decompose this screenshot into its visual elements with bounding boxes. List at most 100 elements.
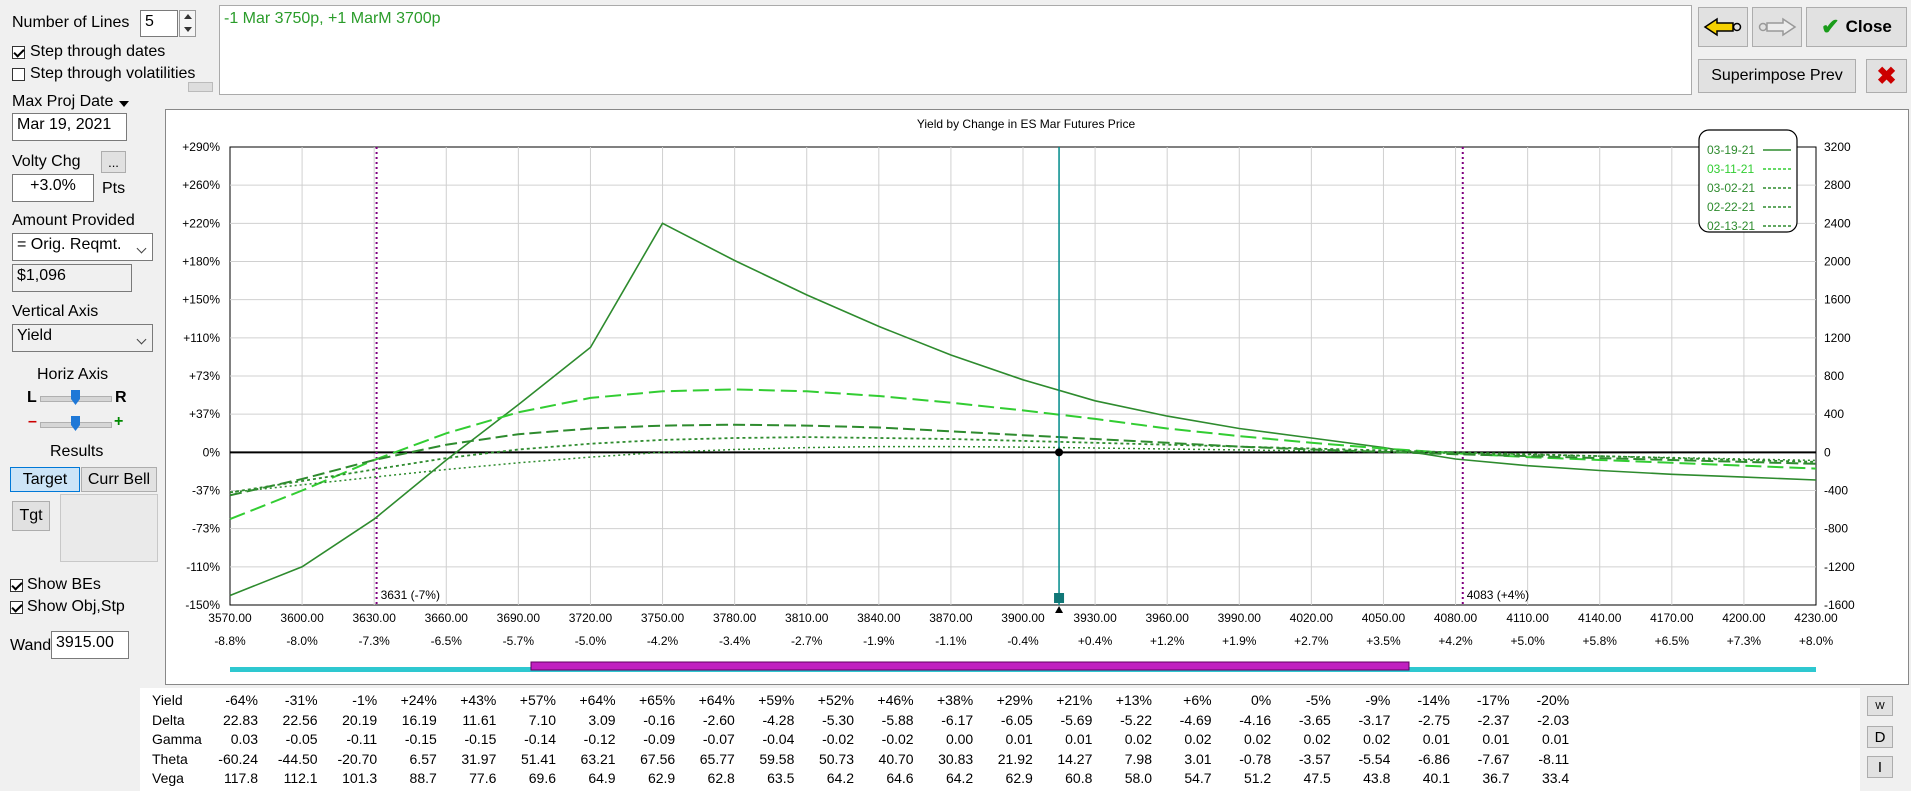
- spinner-up-icon[interactable]: [184, 14, 192, 19]
- table-cell: -2.37: [1477, 711, 1510, 728]
- x-tick-label: 3600.00: [280, 611, 324, 625]
- table-cell: +29%: [996, 692, 1033, 708]
- delete-x-icon[interactable]: ✖: [1866, 59, 1907, 93]
- spinner-down-icon[interactable]: [184, 27, 192, 32]
- max-proj-label[interactable]: Max Proj Date: [12, 93, 113, 111]
- wand-input[interactable]: 3915.00: [51, 631, 129, 659]
- x-pct-tick-label: +3.5%: [1366, 634, 1401, 648]
- num-lines-input[interactable]: 5: [140, 10, 178, 37]
- table-cell: -3.17: [1358, 711, 1391, 728]
- position-text-box[interactable]: -1 Mar 3750p, +1 MarM 3700p: [219, 5, 1692, 95]
- table-cell: 40.1: [1422, 770, 1450, 786]
- i-button[interactable]: I: [1867, 756, 1893, 778]
- step-vols-checkbox[interactable]: [12, 68, 25, 81]
- w-button[interactable]: W: [1867, 696, 1893, 716]
- table-cell: -5.30: [822, 711, 854, 728]
- superimpose-prev-button[interactable]: Superimpose Prev: [1698, 59, 1856, 93]
- x-pct-tick-label: -5.7%: [503, 634, 535, 648]
- show-obj-checkbox[interactable]: [10, 601, 23, 614]
- table-cell: 64.2: [826, 770, 854, 786]
- y-left-tick-label: -150%: [185, 598, 220, 612]
- yield-chart[interactable]: Yield by Change in ES Mar Futures Price …: [166, 110, 1908, 684]
- table-cell: -2.75: [1418, 711, 1450, 728]
- table-cell: 62.8: [707, 770, 735, 786]
- horiz-pan-thumb[interactable]: [71, 390, 80, 405]
- y-right-tick-label: -1200: [1824, 560, 1855, 574]
- table-cell: 67.56: [640, 750, 676, 767]
- volty-options-button[interactable]: ...: [101, 151, 126, 173]
- table-cell: -7.67: [1477, 750, 1510, 767]
- amount-provided-label: Amount Provided: [12, 212, 135, 229]
- table-cell: 112.1: [283, 770, 318, 786]
- wand-label: Wand: [10, 637, 52, 654]
- y-left-tick-label: +220%: [182, 216, 220, 230]
- table-cell: 0.01: [1005, 731, 1033, 747]
- x-axis-percent-ticks: -8.8% -8.0% -7.3% -6.5% -5.7% -5.0% -4.2% -3.4%…: [214, 634, 1833, 648]
- vertical-axis-select[interactable]: Yield: [12, 324, 153, 352]
- table-cell: 50.73: [818, 750, 854, 767]
- position-description: -1 Mar 3750p, +1 MarM 3700p: [224, 10, 441, 27]
- table-cell: 60.8: [1065, 770, 1093, 786]
- y-right-tick-label: 2800: [1824, 178, 1851, 192]
- table-row-name: Gamma: [152, 731, 202, 747]
- table-cell: -5.69: [1060, 711, 1093, 728]
- table-cell: 30.83: [938, 750, 974, 767]
- table-cell: +43%: [460, 692, 497, 708]
- y-right-tick-label: -800: [1824, 522, 1848, 536]
- table-cell: 0.02: [1184, 731, 1212, 747]
- x-tick-label: 3660.00: [425, 611, 469, 625]
- table-cell: +64%: [698, 692, 735, 708]
- table-cell: 62.9: [1005, 770, 1033, 786]
- table-row-name: Vega: [152, 770, 184, 786]
- y-right-tick-label: 400: [1824, 407, 1844, 421]
- volty-chg-input[interactable]: +3.0%: [12, 174, 94, 202]
- table-cell: -6.17: [941, 711, 974, 728]
- position-scroll-handle[interactable]: [188, 82, 213, 92]
- x-pct-tick-label: -1.1%: [935, 634, 967, 648]
- table-cell: -4.69: [1179, 711, 1212, 728]
- horiz-zoom-thumb[interactable]: [71, 416, 80, 431]
- num-lines-spinner[interactable]: [179, 10, 196, 37]
- y-right-tick-label: 1600: [1824, 293, 1851, 307]
- y-left-tick-label: -73%: [192, 522, 220, 536]
- legend-label: 03-19-21: [1707, 143, 1755, 157]
- x-pct-tick-label: -1.9%: [863, 634, 895, 648]
- max-proj-dropdown-icon[interactable]: [119, 101, 129, 107]
- table-cell: +65%: [638, 692, 676, 708]
- table-cell: 33.4: [1541, 770, 1570, 786]
- x-tick-label: 3810.00: [785, 611, 829, 625]
- max-proj-date-input[interactable]: Mar 19, 2021: [12, 113, 127, 141]
- close-button[interactable]: ✔ Close: [1806, 7, 1907, 47]
- table-cell: 64.9: [588, 770, 616, 786]
- y-right-tick-label: -1600: [1824, 598, 1855, 612]
- prev-nav-button[interactable]: [1698, 7, 1748, 47]
- table-cell: 7.98: [1124, 750, 1152, 767]
- x-pct-tick-label: -8.8%: [214, 634, 246, 648]
- table-cell: 43.8: [1363, 770, 1391, 786]
- table-cell: 51.41: [520, 750, 556, 767]
- amount-value-field: $1,096: [12, 264, 132, 292]
- wand-handle: [1054, 593, 1065, 603]
- target-button[interactable]: Target: [10, 467, 80, 492]
- x-pct-tick-label: -3.4%: [719, 634, 751, 648]
- table-cell: 22.83: [222, 711, 258, 728]
- table-cell: -1%: [352, 692, 378, 708]
- tgt-button[interactable]: Tgt: [12, 501, 50, 531]
- table-cell: -60.24: [218, 750, 258, 767]
- table-cell: +64%: [579, 692, 616, 708]
- next-nav-button[interactable]: [1752, 7, 1802, 47]
- amount-provided-select[interactable]: = Orig. Reqmt.: [12, 233, 153, 261]
- chart-panel[interactable]: Yield by Change in ES Mar Futures Price …: [165, 109, 1909, 685]
- step-dates-checkbox[interactable]: [12, 46, 25, 59]
- table-cell: -0.02: [822, 731, 854, 747]
- x-tick-label: 4020.00: [1290, 611, 1334, 625]
- show-obj-label: Show Obj,Stp: [27, 598, 125, 615]
- curr-bell-button[interactable]: Curr Bell: [81, 467, 157, 492]
- chart-legend: 03-19-21 03-11-21 03-02-21 02-22-21 02-13-21: [1698, 129, 1798, 233]
- x-tick-label: 4140.00: [1578, 611, 1622, 625]
- show-bes-checkbox[interactable]: [10, 579, 23, 592]
- table-cell: -31%: [284, 692, 318, 708]
- d-button[interactable]: D: [1867, 726, 1893, 748]
- y-left-tick-label: +260%: [182, 178, 220, 192]
- table-cell: 0.02: [1243, 731, 1272, 747]
